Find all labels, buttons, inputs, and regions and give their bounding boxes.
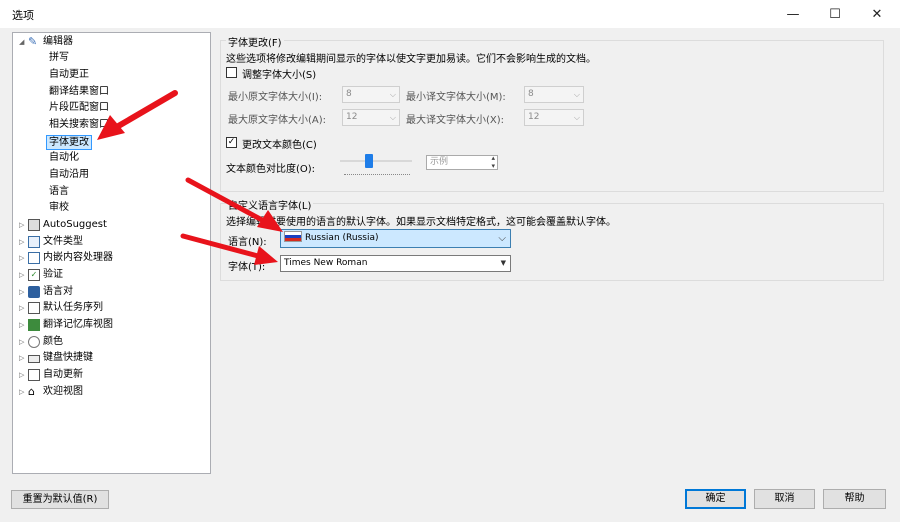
red-arrow-icon (97, 90, 178, 140)
reset-defaults-button[interactable]: 重置为默认值(R) (11, 490, 109, 509)
annotation-arrows (97, 90, 283, 265)
help-button[interactable]: 帮助 (823, 489, 886, 509)
ok-button[interactable]: 确定 (685, 489, 746, 509)
red-arrow-icon (185, 177, 283, 232)
options-dialog: 选项 — ☐ ✕ ◢ ✎ 编辑器 拼写 自动更正 翻译结果窗口 片段匹配窗口 相… (0, 0, 900, 522)
red-arrow-icon (180, 233, 278, 265)
cancel-button[interactable]: 取消 (754, 489, 815, 509)
